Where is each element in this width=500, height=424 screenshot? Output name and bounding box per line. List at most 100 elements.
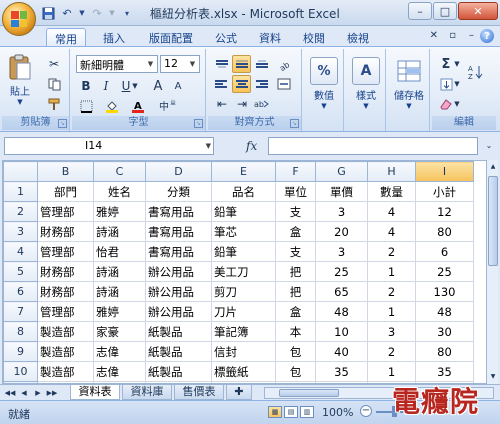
align-middle-icon[interactable] [232,55,251,73]
cell[interactable]: 把 [275,261,316,282]
cell[interactable]: 把 [275,281,316,302]
cell[interactable]: 單價 [315,181,368,202]
cell[interactable]: 35 [315,361,368,382]
number-dropdown-icon[interactable]: ▼ [308,102,340,110]
font-size-dropdown-icon[interactable]: ▼ [187,57,198,71]
row-header[interactable]: 8 [3,321,38,342]
cell[interactable]: 辦公用品 [145,281,212,302]
align-left-icon[interactable] [212,75,231,93]
cell[interactable]: 分類 [145,181,212,202]
clear-dropdown-icon[interactable]: ▼ [452,95,462,113]
cell[interactable]: 信封 [211,341,276,362]
row-header[interactable]: 10 [3,361,38,382]
cell[interactable]: 財務部 [37,221,94,242]
cell[interactable]: 雅婷 [93,301,146,322]
clipboard-launcher-icon[interactable]: ↘ [58,119,67,128]
scroll-down-icon[interactable]: ▼ [487,370,499,384]
cell[interactable]: 3 [315,201,368,222]
styles-dropdown-icon[interactable]: ▼ [350,102,382,110]
font-name-combo[interactable]: 新細明體 ▼ [76,55,158,73]
last-sheet-icon[interactable]: ▶▶ [46,387,58,399]
row-header[interactable]: 6 [3,281,38,302]
help-icon[interactable]: ? [480,29,494,43]
cell[interactable]: 2 [367,281,416,302]
italic-button[interactable]: I [96,77,116,95]
cell[interactable]: 25 [415,261,474,282]
cut-icon[interactable]: ✂ [44,55,64,73]
minimize-button[interactable]: – [408,2,432,20]
cell[interactable]: 2 [367,241,416,262]
decrease-indent-icon[interactable]: ⇤ [212,95,232,113]
vertical-scrollbar[interactable]: ▲ ▼ [486,160,498,384]
cell[interactable]: 財務部 [37,261,94,282]
borders-icon[interactable] [76,97,96,115]
cell[interactable]: 製造部 [37,321,94,342]
undo-icon[interactable]: ↶ [59,5,75,21]
cell[interactable]: 紙製品 [145,361,212,382]
page-layout-view-icon[interactable]: ▤ [284,406,298,418]
cell[interactable]: 雅婷 [93,201,146,222]
tab-review[interactable]: 校閱 [296,28,332,46]
cell[interactable]: 10 [315,321,368,342]
phonetic-guide-icon[interactable]: 中ㄓ [156,97,184,115]
cell[interactable]: 刀片 [211,301,276,322]
cell[interactable]: 48 [415,301,474,322]
office-button[interactable] [2,2,36,36]
tab-insert[interactable]: 插入 [96,28,132,46]
vertical-scroll-thumb[interactable] [488,176,498,266]
cell[interactable]: 單位 [275,181,316,202]
cell[interactable]: 包 [275,341,316,362]
cell[interactable]: 紙製品 [145,341,212,362]
customize-toolbar-icon[interactable]: ▾ [119,5,135,21]
undo-dropdown-icon[interactable]: ▼ [78,5,86,21]
cell[interactable]: 本 [275,321,316,342]
cell[interactable]: 詩涵 [93,281,146,302]
cell[interactable]: 盒 [275,301,316,322]
sheet-tab-price-list[interactable]: 售價表 [174,385,224,400]
cell[interactable]: 2 [367,341,416,362]
cell[interactable]: 志偉 [93,361,146,382]
workbook-close-icon[interactable]: ✕ [430,30,438,41]
cell[interactable]: 管理部 [37,201,94,222]
alignment-launcher-icon[interactable]: ↘ [290,119,299,128]
cell[interactable]: 12 [415,201,474,222]
column-header[interactable]: G [315,161,368,182]
cell[interactable]: 部門 [37,181,94,202]
cell[interactable]: 品名 [211,181,276,202]
cell[interactable]: 書寫用品 [145,221,212,242]
font-color-icon[interactable]: A [128,97,148,115]
cell[interactable]: 詩涵 [93,221,146,242]
autosum-dropdown-icon[interactable]: ▼ [452,55,462,73]
tab-formulas[interactable]: 公式 [208,28,244,46]
cell[interactable]: 數量 [367,181,416,202]
column-header[interactable]: D [145,161,212,182]
workbook-minimize-icon[interactable]: – [469,30,474,41]
zoom-level[interactable]: 100% [322,406,353,419]
cell[interactable]: 48 [315,301,368,322]
first-sheet-icon[interactable]: ◀◀ [4,387,16,399]
paste-dropdown-icon[interactable]: ▼ [4,98,36,106]
name-box-dropdown-icon[interactable]: ▼ [206,138,211,154]
merge-center-icon[interactable] [274,75,294,93]
next-sheet-icon[interactable]: ▶ [32,387,44,399]
row-header[interactable]: 1 [3,181,38,202]
styles-button[interactable]: A 樣式 ▼ [350,57,382,110]
cell[interactable]: 辦公用品 [145,301,212,322]
cell[interactable]: 支 [275,201,316,222]
cell[interactable]: 盒 [275,221,316,242]
select-all-corner[interactable] [3,161,38,182]
horizontal-scroll-thumb[interactable] [279,389,339,397]
cells-dropdown-icon[interactable]: ▼ [392,102,426,110]
tab-data[interactable]: 資料 [252,28,288,46]
cell[interactable]: 鉛筆 [211,241,276,262]
save-icon[interactable] [40,5,56,21]
cell[interactable]: 1 [367,261,416,282]
cell[interactable]: 標籤紙 [211,361,276,382]
cell[interactable]: 25 [315,261,368,282]
page-break-view-icon[interactable]: ▥ [300,406,314,418]
cell[interactable]: 美工刀 [211,261,276,282]
font-size-combo[interactable]: 12 ▼ [160,55,200,73]
cell[interactable]: 80 [415,341,474,362]
formula-input[interactable] [268,137,478,155]
cell[interactable]: 65 [315,281,368,302]
